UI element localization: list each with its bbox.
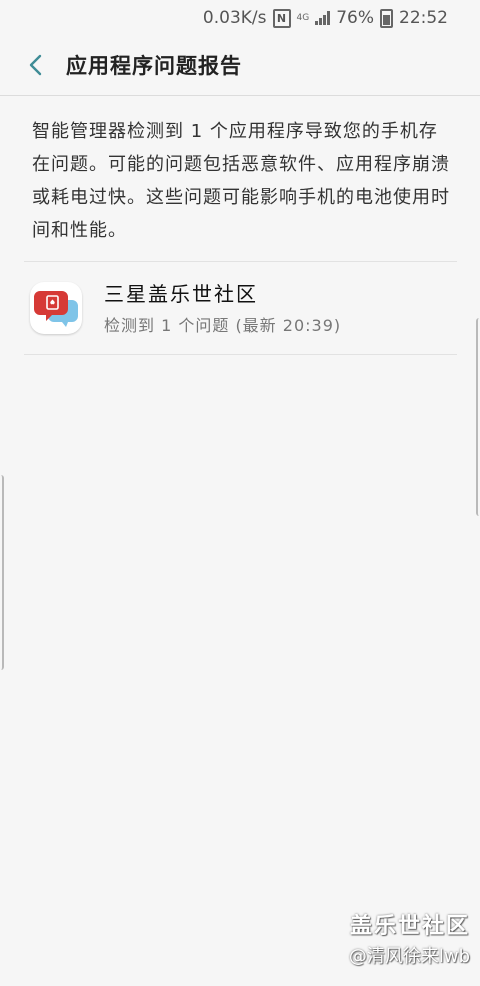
list-item-app[interactable]: 三星盖乐世社区 检测到 1 个问题 (最新 20:39) (24, 262, 457, 354)
app-name: 三星盖乐世社区 (104, 282, 258, 306)
signal-icon (315, 11, 331, 25)
back-button[interactable] (10, 36, 62, 94)
header-divider (0, 95, 480, 96)
network-type-label: 4G (296, 12, 310, 23)
network-speed: 0.03K/s (202, 8, 267, 28)
report-description: 智能管理器检测到 1 个应用程序导致您的手机存在问题。可能的问题包括恶意软件、应… (32, 121, 450, 241)
network-type-icon: 4G (296, 12, 310, 23)
app-issue-summary: 检测到 1 个问题 (最新 20:39) (104, 316, 342, 335)
status-bar: 0.03K/s N 4G 76% 22:52 (0, 0, 480, 36)
battery-icon (380, 8, 393, 28)
chevron-left-icon (29, 54, 42, 76)
edge-panel-handle-left[interactable] (0, 475, 4, 670)
watermark-author: @清风徐来lwb (348, 946, 470, 967)
clock: 22:52 (399, 8, 448, 28)
battery-percent: 76% (336, 8, 374, 28)
chat-bubbles-icon (34, 291, 78, 327)
edge-panel-handle[interactable] (476, 318, 480, 516)
list-divider-bottom (24, 354, 457, 355)
watermark-title: 盖乐世社区 (349, 914, 470, 939)
samsung-members-app-icon (30, 282, 82, 334)
app-bar: 应用程序问题报告 (0, 36, 480, 94)
page-title: 应用程序问题报告 (66, 54, 242, 78)
watermark: 盖乐世社区 @清风徐来lwb (349, 908, 470, 968)
nfc-icon: N (272, 8, 291, 28)
